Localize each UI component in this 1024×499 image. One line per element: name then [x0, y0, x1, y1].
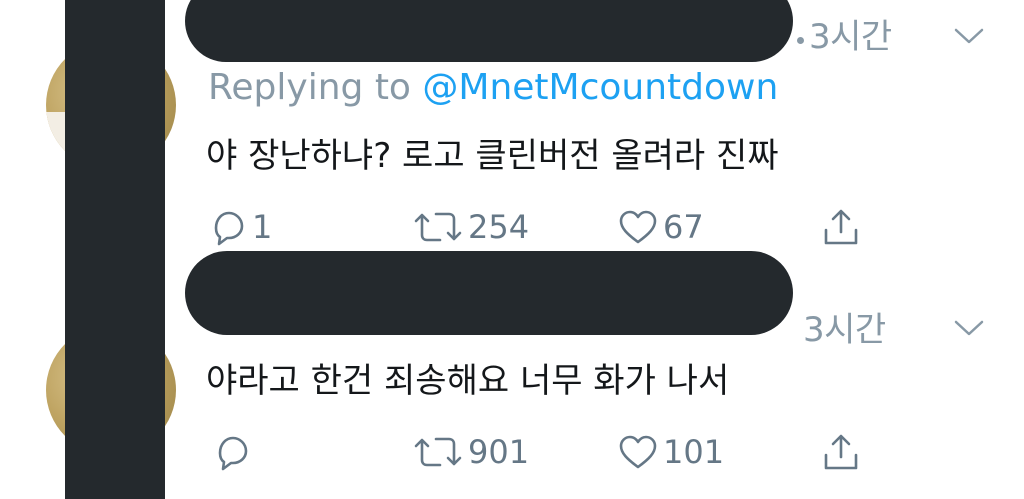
thread-redaction-bar — [65, 0, 165, 499]
like-count: 101 — [663, 433, 725, 471]
replying-to-handle-link[interactable]: @MnetMcountdown — [422, 67, 778, 108]
reply-bubble-icon — [214, 211, 244, 246]
username-redaction — [185, 0, 793, 62]
reply-button[interactable]: 1 — [208, 207, 272, 247]
reply-button[interactable] — [212, 432, 256, 472]
retweet-button[interactable]: 254 — [412, 207, 529, 247]
share-icon — [824, 209, 858, 245]
like-count: 67 — [663, 208, 704, 246]
tweet-text: 야 장난하냐? 로고 클린버전 올려라 진짜 — [206, 136, 779, 176]
heart-icon — [619, 435, 657, 469]
reply-bubble-icon — [218, 436, 248, 471]
replying-to-line: Replying to @MnetMcountdown — [208, 70, 778, 106]
replying-to-label: Replying to — [208, 67, 423, 108]
retweet-count: 254 — [468, 208, 530, 246]
share-button[interactable] — [820, 206, 862, 248]
heart-icon — [619, 210, 657, 244]
retweet-icon — [414, 437, 462, 467]
tweet-timestamp[interactable]: 3시간 — [809, 20, 892, 54]
share-button[interactable] — [820, 431, 862, 473]
username-redaction — [185, 251, 793, 335]
like-button[interactable]: 67 — [617, 207, 704, 247]
separator-dot — [797, 37, 804, 44]
tweet-text: 야라고 한건 죄송해요 너무 화가 나서 — [206, 361, 730, 401]
retweet-count: 901 — [468, 433, 530, 471]
retweet-icon — [414, 212, 462, 242]
chevron-down-icon[interactable] — [952, 26, 986, 46]
chevron-down-icon[interactable] — [952, 318, 986, 338]
retweet-button[interactable]: 901 — [412, 432, 529, 472]
tweet-thread-screen: 3시간 Replying to @MnetMcountdown 야 장난하냐? … — [0, 0, 1024, 499]
share-icon — [824, 434, 858, 470]
like-button[interactable]: 101 — [617, 432, 724, 472]
tweet-timestamp[interactable]: 3시간 — [803, 313, 886, 347]
reply-count: 1 — [252, 208, 273, 246]
